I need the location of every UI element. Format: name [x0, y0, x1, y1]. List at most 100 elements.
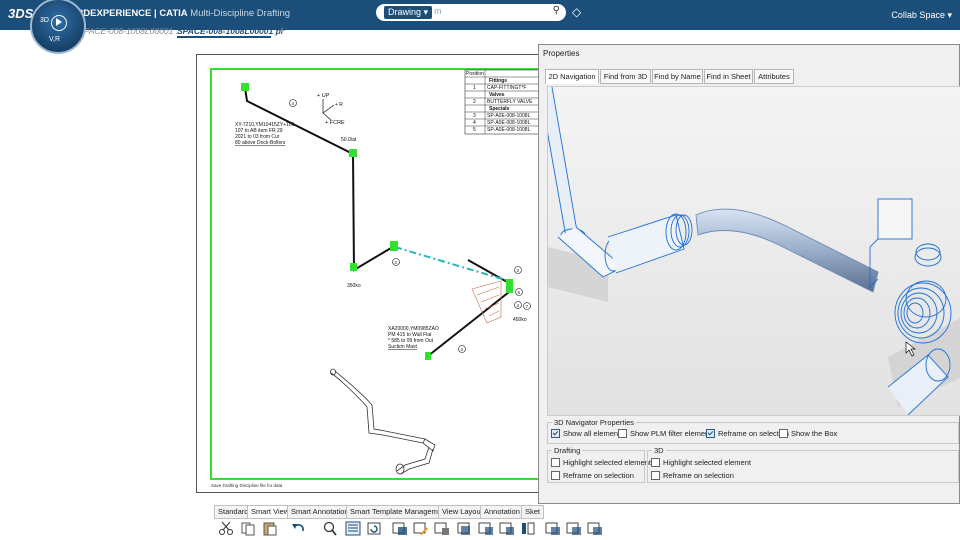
- app-title: 3DEXPERIENCE | CATIA Multi-Discipline Dr…: [78, 8, 290, 19]
- axis-symbol: [322, 99, 335, 121]
- drawing-sheet[interactable]: Position Fittings 1 CAP-FITTINGT*F Valve…: [196, 54, 542, 493]
- tab-document-2[interactable]: SPACE-008-1008L00001 pl: [177, 26, 283, 36]
- parts-table: Position Fittings 1 CAP-FITTINGT*F Valve…: [464, 69, 540, 135]
- view-icon-9[interactable]: [566, 521, 582, 536]
- table-pos-1: 1: [473, 85, 476, 91]
- table-header: Position: [466, 71, 484, 77]
- tab-attributes[interactable]: Attributes: [754, 69, 794, 84]
- search-scope-label: Drawing: [388, 7, 422, 17]
- search-input[interactable]: m: [434, 6, 442, 16]
- tab-find-in-sheet[interactable]: Find in Sheet: [704, 69, 753, 84]
- tab-find-from-3d[interactable]: Find from 3D: [600, 69, 651, 84]
- tag-icon[interactable]: ◇: [572, 5, 581, 19]
- collab-space-label: Collab Space: [891, 10, 945, 20]
- copy-icon[interactable]: [240, 521, 256, 536]
- zoom-icon[interactable]: [322, 521, 338, 536]
- axis-side-label: + R: [335, 102, 343, 108]
- compass-vr-label: V,R: [49, 36, 61, 43]
- compass-widget[interactable]: 3D V,R: [30, 0, 86, 54]
- search-scope-dropdown[interactable]: Drawing ▾: [384, 6, 433, 19]
- 3d-model-render: [548, 87, 960, 415]
- show-plm-filter-label: Show PLM filter elements: [630, 429, 716, 438]
- view-icon-4[interactable]: [457, 521, 473, 536]
- drawing-canvas: Position Fittings 1 CAP-FITTINGT*F Valve…: [210, 68, 540, 488]
- table-desc-5: SP-A0E-008-1008L: [487, 127, 531, 133]
- show-all-elements-label: Show all elements: [563, 429, 624, 438]
- tab-2d-navigation[interactable]: 2D Navigation: [545, 69, 599, 84]
- checkbox-icon: [651, 458, 660, 467]
- 3d-group: 3D Highlight selected element Reframe on…: [647, 446, 959, 483]
- drafting-reframe-checkbox[interactable]: Reframe on selection: [551, 471, 634, 480]
- note-top: XY-7210,YM10415ZY+109 107 to AB item FR …: [235, 122, 295, 146]
- tab-smart-template-management[interactable]: Smart Template Management: [346, 505, 453, 519]
- tab-sketch[interactable]: Sket: [521, 505, 545, 519]
- 3d-reframe-label: Reframe on selection: [663, 471, 734, 480]
- table-section-fittings: Fittings: [489, 78, 507, 84]
- table-desc-4: SP-A0E-008-1008L: [487, 120, 531, 126]
- search-icon[interactable]: ⚲: [553, 5, 560, 16]
- 3d-group-title: 3D: [652, 446, 666, 455]
- view-icon-8[interactable]: [545, 521, 561, 536]
- drafting-highlight-label: Highlight selected element: [563, 458, 651, 467]
- note-mid-line-4: Suction Mast: [388, 344, 418, 350]
- show-all-elements-checkbox[interactable]: Show all elements: [551, 429, 624, 438]
- drafting-highlight-checkbox[interactable]: Highlight selected element: [551, 458, 651, 467]
- drafting-group-title: Drafting: [552, 446, 583, 455]
- tab-find-by-name[interactable]: Find by Name: [652, 69, 703, 84]
- dim-label-3: 450ko: [513, 317, 527, 323]
- ds-logo: 3DS: [8, 6, 34, 21]
- properties-title: Properties: [543, 49, 580, 58]
- 3d-navigator-properties-group: 3D Navigator Properties Show all element…: [547, 418, 959, 444]
- highlighted-pipe-segment: [394, 246, 510, 282]
- 3d-navigator-properties-title: 3D Navigator Properties: [552, 418, 637, 427]
- properties-panel[interactable]: Properties 2D Navigation Find from 3D Fi…: [538, 44, 960, 504]
- 3d-highlight-checkbox[interactable]: Highlight selected element: [651, 458, 751, 467]
- note-top-line-4: 80 above Dock-Bollers: [235, 140, 286, 146]
- drafting-group: Drafting Highlight selected element Refr…: [547, 446, 651, 483]
- show-the-box-checkbox[interactable]: Show the Box: [779, 429, 837, 438]
- view-icon-2[interactable]: [413, 521, 429, 536]
- 3d-navigator-viewport[interactable]: [547, 86, 960, 416]
- add-tab-icon[interactable]: +: [279, 25, 285, 37]
- search-bar[interactable]: Drawing ▾ m ⚲: [376, 4, 566, 21]
- tab-document-1[interactable]: SPACE-008-1008L00001 ...: [78, 26, 183, 36]
- checkbox-icon: [779, 429, 788, 438]
- tab-smart-annotation[interactable]: Smart Annotation: [287, 505, 353, 519]
- table-pos-5: 5: [473, 127, 476, 133]
- update-icon[interactable]: [366, 521, 382, 536]
- action-toolbar: [214, 518, 614, 540]
- document-tabs: SPACE-008-1008L00001 ... SPACE-008-1008L…: [0, 22, 960, 38]
- view-icon-10[interactable]: [587, 521, 603, 536]
- undo-icon[interactable]: [290, 521, 306, 536]
- table-section-valves: Valves: [489, 92, 505, 98]
- view-icon-6[interactable]: [499, 521, 515, 536]
- collab-space-selector[interactable]: Collab Space ▾: [891, 10, 952, 21]
- table-section-specials: Specials: [489, 106, 510, 112]
- table-pos-2: 2: [473, 99, 476, 105]
- footer-note: Save Drafting Discipline file for data: [211, 483, 283, 488]
- play-icon[interactable]: [51, 15, 67, 31]
- dim-label-2: 350ko: [347, 283, 361, 289]
- cut-icon[interactable]: [218, 521, 234, 536]
- show-plm-filter-checkbox[interactable]: Show PLM filter elements: [618, 429, 715, 438]
- pipe-isometric-sketch: [330, 368, 436, 475]
- axis-fore-label: + FCRE: [325, 120, 345, 126]
- tab-annotation[interactable]: Annotation: [480, 505, 524, 519]
- compass-3d-label: 3D: [40, 17, 49, 24]
- table-desc-3: SP-A0E-008-1008L: [487, 113, 531, 119]
- view-icon-3[interactable]: [434, 521, 450, 536]
- sheet-icon[interactable]: [345, 521, 361, 536]
- brand-label: 3DEXPERIENCE | CATIA: [78, 8, 188, 19]
- reframe-on-selection-checkbox[interactable]: Reframe on selection: [706, 429, 789, 438]
- view-icon-5[interactable]: [478, 521, 494, 536]
- view-icon-1[interactable]: [392, 521, 408, 536]
- show-the-box-label: Show the Box: [791, 429, 838, 438]
- drafting-reframe-label: Reframe on selection: [563, 471, 634, 480]
- view-icon-7[interactable]: [520, 521, 536, 536]
- axis-up-label: + UP: [317, 93, 330, 99]
- checkbox-checked-icon: [551, 429, 560, 438]
- paste-icon[interactable]: [262, 521, 278, 536]
- table-pos-3: 3: [473, 113, 476, 119]
- 3d-reframe-checkbox[interactable]: Reframe on selection: [651, 471, 734, 480]
- checkbox-icon: [651, 471, 660, 480]
